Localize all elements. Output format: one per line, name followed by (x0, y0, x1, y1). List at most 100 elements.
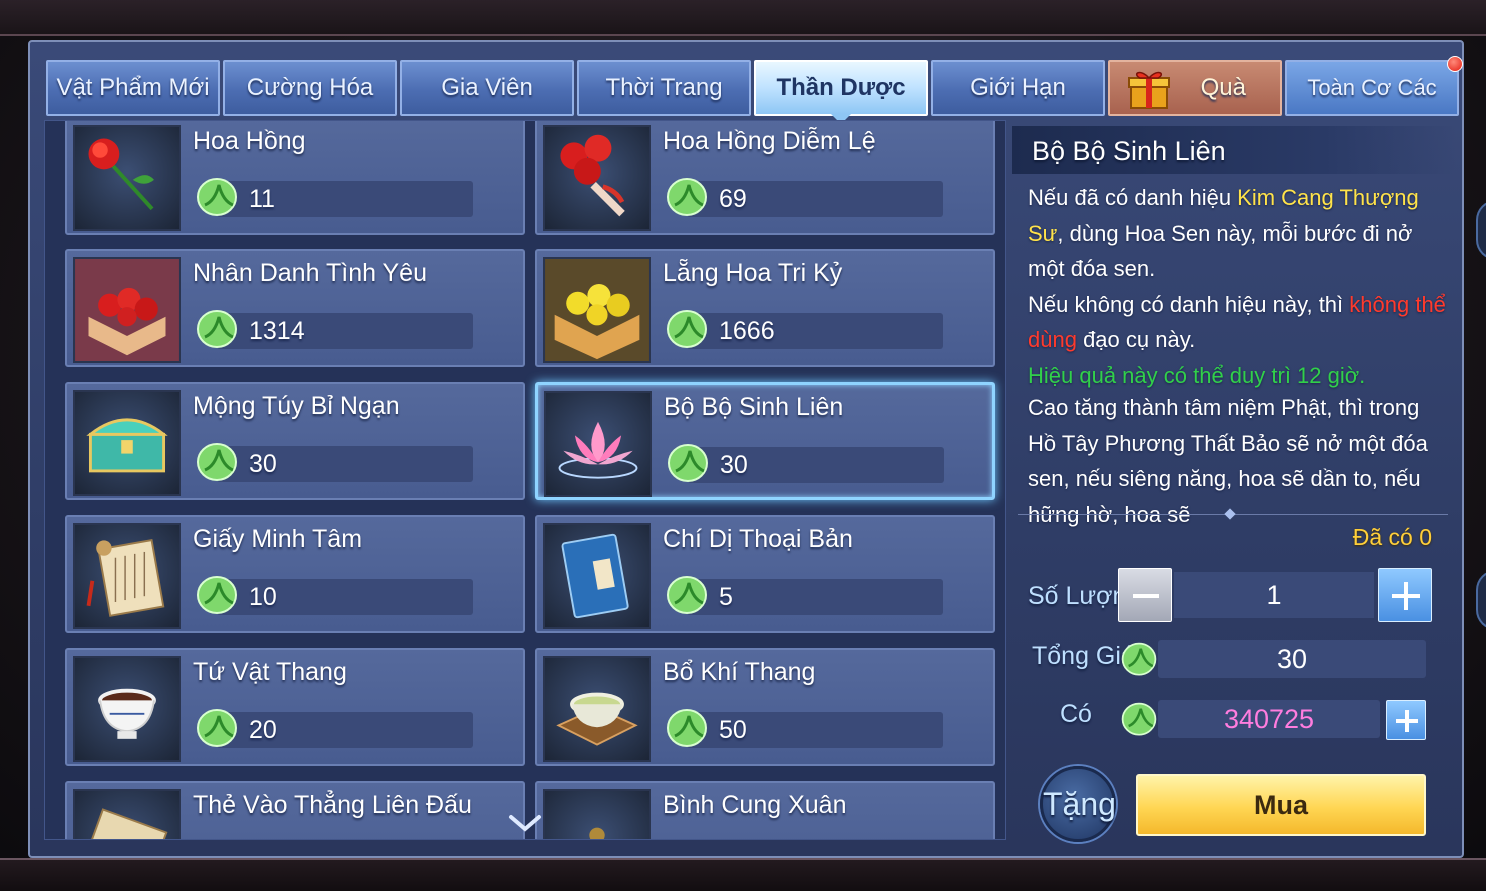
buy-button[interactable]: Mua (1136, 774, 1426, 836)
desc-text: , dùng Hoa Sen này, mỗi bước đi nở một đ… (1028, 220, 1413, 282)
jade-leaf-icon (667, 310, 707, 348)
item-price: 20 (249, 716, 277, 744)
item-name: Bộ Bộ Sinh Liên (664, 393, 844, 421)
detail-description: Nếu đã có danh hiệu Kim Cang Thượng Sư, … (1028, 180, 1448, 393)
quantity-decrease-button[interactable] (1118, 568, 1172, 622)
jade-leaf-icon (667, 709, 707, 747)
tab-label: Vật Phẩm Mới (56, 74, 210, 101)
item-name: Hoa Hồng Diễm Lệ (663, 127, 876, 155)
jade-leaf-icon (1121, 642, 1157, 676)
flower-basket-icon (543, 257, 651, 363)
jade-leaf-icon (1121, 702, 1157, 736)
jade-leaf-icon (197, 443, 237, 481)
detail-title: Bộ Bộ Sinh Liên (1032, 136, 1226, 166)
item-price: 30 (249, 450, 277, 478)
item-price: 11 (249, 185, 275, 213)
tea-cup-icon (73, 656, 181, 762)
item-card-selected[interactable]: Bộ Bộ Sinh Liên 30 (535, 382, 995, 500)
desc-text: đạo cụ này. (1076, 327, 1196, 352)
quantity-increase-button[interactable] (1378, 568, 1432, 622)
scroll-icon (73, 523, 181, 629)
frame-top-border (0, 0, 1486, 36)
item-card[interactable]: Chí Dị Thoại Bản 5 (535, 515, 995, 633)
item-card[interactable]: Nhân Danh Tình Yêu 1314 (65, 249, 525, 367)
tab-than-duoc[interactable]: Thần Dược (754, 60, 928, 124)
item-detail-panel: Bộ Bộ Sinh Liên Nếu đã có danh hiệu Kim … (1008, 120, 1456, 842)
jade-leaf-icon (197, 178, 237, 216)
item-price: 1314 (249, 317, 305, 345)
tab-vat-pham-moi[interactable]: Vật Phẩm Mới (46, 60, 220, 116)
item-card[interactable]: Bình Cung Xuân (535, 781, 995, 839)
item-price: 69 (719, 185, 747, 213)
item-name: Hoa Hồng (193, 127, 306, 155)
item-name: Giấy Minh Tâm (193, 525, 363, 553)
jade-leaf-icon (667, 576, 707, 614)
tab-label: Giới Hạn (970, 74, 1066, 101)
item-price: 30 (720, 451, 748, 479)
jade-leaf-icon (667, 178, 707, 216)
gift-box-icon (1128, 71, 1170, 109)
rose-bouquet-icon (543, 125, 651, 231)
item-name: Tứ Vật Thang (193, 658, 347, 686)
balance-value: 340725 (1158, 700, 1380, 738)
owned-count: Đã có 0 (1352, 524, 1432, 550)
detail-lore: Cao tăng thành tâm niệm Phật, thì trong … (1028, 395, 1428, 527)
chevron-down-icon[interactable] (505, 811, 545, 835)
jade-leaf-icon (197, 576, 237, 614)
item-card[interactable]: Bổ Khí Thang 50 (535, 648, 995, 766)
item-grid[interactable]: Hoa Hồng 11 Hoa Hồng Diễm Lệ 69 Nhân Dan… (44, 120, 1006, 840)
shop-tabs: Vật Phẩm Mới Cường Hóa Gia Viên Thời Tra… (46, 56, 1463, 124)
treasure-chest-icon (73, 390, 181, 496)
item-name: Mộng Túy Bỉ Ngạn (193, 392, 400, 420)
item-card[interactable]: Thẻ Vào Thẳng Liên Đấu (65, 781, 525, 839)
rose-icon (73, 125, 181, 231)
balance-label: Có (1060, 700, 1092, 728)
item-price: 5 (719, 583, 733, 611)
recharge-button[interactable] (1386, 700, 1426, 740)
tab-thoi-trang[interactable]: Thời Trang (577, 60, 751, 116)
total-price-value: 30 (1158, 640, 1426, 678)
jade-leaf-icon (197, 709, 237, 747)
item-name: Nhân Danh Tình Yêu (193, 259, 427, 287)
item-price: 50 (719, 716, 747, 744)
tab-label: Thời Trang (605, 74, 723, 101)
item-card[interactable]: Lẵng Hoa Tri Kỷ 1666 (535, 249, 995, 367)
tab-qua[interactable]: Quà (1108, 60, 1282, 116)
tab-gia-vien[interactable]: Gia Viên (400, 60, 574, 116)
item-card[interactable]: Tứ Vật Thang 20 (65, 648, 525, 766)
tab-label: Thần Dược (776, 74, 906, 101)
desc-text: Nếu không có danh hiệu này, thì (1028, 291, 1350, 317)
vase-icon (543, 789, 651, 839)
gift-button[interactable]: Tặng (1040, 766, 1116, 842)
item-name: Thẻ Vào Thẳng Liên Đấu (193, 791, 472, 819)
lotus-icon (544, 391, 652, 497)
item-card[interactable]: Mộng Túy Bỉ Ngạn 30 (65, 382, 525, 500)
item-price: 10 (249, 583, 277, 611)
book-icon (543, 523, 651, 629)
jade-leaf-icon (668, 444, 708, 482)
item-name: Chí Dị Thoại Bản (663, 525, 853, 553)
quantity-field[interactable]: 1 (1174, 572, 1374, 618)
desc-effect: Hiệu quả này có thể duy trì 12 giờ. (1028, 362, 1366, 388)
item-name: Bình Cung Xuân (663, 791, 847, 819)
tab-toan-co-cac[interactable]: Toàn Cơ Các (1285, 56, 1463, 116)
detail-title-bar: Bộ Bộ Sinh Liên (1012, 126, 1456, 174)
tab-gioi-han[interactable]: Giới Hạn (931, 60, 1105, 116)
item-card[interactable]: Giấy Minh Tâm 10 (65, 515, 525, 633)
jade-leaf-icon (197, 310, 237, 348)
ticket-icon (73, 789, 181, 839)
desc-text: Nếu đã có danh hiệu (1028, 185, 1238, 210)
item-card[interactable]: Hoa Hồng 11 (65, 121, 525, 235)
rose-box-icon (73, 257, 181, 363)
tea-bowl-icon (543, 656, 651, 762)
item-card[interactable]: Hoa Hồng Diễm Lệ 69 (535, 121, 995, 235)
tab-label: Quà (1200, 74, 1246, 101)
tab-label: Cường Hóa (246, 74, 374, 101)
frame-bottom-border (0, 858, 1486, 891)
tab-label: Gia Viên (441, 74, 533, 101)
tab-cuong-hoa[interactable]: Cường Hóa (223, 60, 397, 116)
item-name: Lẵng Hoa Tri Kỷ (663, 259, 843, 287)
tab-label: Toàn Cơ Các (1307, 75, 1437, 100)
item-name: Bổ Khí Thang (663, 658, 816, 686)
notification-dot (1447, 56, 1463, 72)
